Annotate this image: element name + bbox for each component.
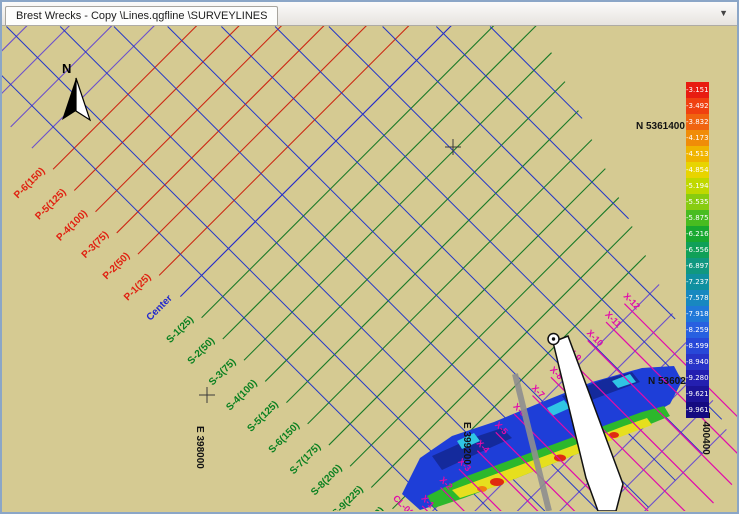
survey-line-P-5(125)[interactable] bbox=[74, 26, 390, 191]
survey-line-P-2(50)[interactable] bbox=[138, 26, 454, 254]
line-label-S-1(25): S-1(25) bbox=[165, 314, 196, 345]
line-label-P-4(100): P-4(100) bbox=[55, 208, 90, 243]
survey-line-P-4(100)[interactable] bbox=[96, 26, 412, 212]
survey-line-P-1(25)[interactable] bbox=[159, 26, 475, 275]
color-scale[interactable]: -3.151-3.492-3.832-4.173-4.513-4.854-5.1… bbox=[686, 82, 709, 418]
survey-line-S-1(25)[interactable] bbox=[202, 26, 518, 318]
color-scale-entry: -8.940 bbox=[686, 354, 709, 370]
color-scale-entry: -4.854 bbox=[686, 162, 709, 178]
survey-line-S-6(150)[interactable] bbox=[308, 140, 592, 424]
vessel-ref-dot bbox=[552, 337, 555, 340]
grid-label-easting-1: E 398000 bbox=[194, 426, 205, 469]
survey-line-Center[interactable] bbox=[180, 26, 496, 297]
line-label-S-2(50): S-2(50) bbox=[186, 335, 217, 366]
line-label-S-7(175): S-7(175) bbox=[288, 442, 323, 477]
color-scale-entry: -9.961 bbox=[686, 402, 709, 418]
line-label-P-1(25): P-1(25) bbox=[122, 272, 153, 303]
color-scale-entry: -4.173 bbox=[686, 130, 709, 146]
survey-line-S-3(75)[interactable] bbox=[244, 53, 552, 361]
line-label-P-2(50): P-2(50) bbox=[101, 251, 132, 282]
grid-label-easting-2: E 399200 bbox=[461, 422, 472, 465]
tab-bar: Brest Wrecks - Copy \Lines.qgfline \SURV… bbox=[2, 2, 737, 26]
tie-line[interactable] bbox=[383, 26, 676, 319]
color-scale-entry: -5.194 bbox=[686, 178, 709, 194]
tab-surveylines[interactable]: Brest Wrecks - Copy \Lines.qgfline \SURV… bbox=[5, 6, 278, 25]
tie-line[interactable] bbox=[329, 26, 722, 419]
survey-plot-svg: P-6(150)P-5(125)P-4(100)P-3(75)P-2(50)P-… bbox=[2, 26, 737, 511]
color-scale-entry: -3.492 bbox=[686, 98, 709, 114]
line-label-P-6(150): P-6(150) bbox=[12, 166, 47, 201]
color-scale-entry: -6.897 bbox=[686, 258, 709, 274]
grid-cross bbox=[199, 139, 461, 403]
grid-label-easting-3: E 400400 bbox=[700, 412, 711, 455]
cross-line-label-X-12: X-12 bbox=[622, 291, 643, 312]
cross-line-label-X-11: X-11 bbox=[603, 309, 623, 329]
cross-line-label-X-10: X-10 bbox=[585, 328, 606, 349]
line-label-S-5(125): S-5(125) bbox=[245, 399, 280, 434]
map-canvas[interactable]: P-6(150)P-5(125)P-4(100)P-3(75)P-2(50)P-… bbox=[2, 26, 737, 512]
tab-label: Brest Wrecks - Copy \Lines.qgfline \SURV… bbox=[16, 10, 267, 22]
color-scale-entry: -8.599 bbox=[686, 338, 709, 354]
color-scale-entry: -3.832 bbox=[686, 114, 709, 130]
planned-lines-group: P-6(150)P-5(125)P-4(100)P-3(75)P-2(50)P-… bbox=[2, 26, 737, 511]
tie-line[interactable] bbox=[436, 26, 628, 218]
color-scale-entry: -5.535 bbox=[686, 194, 709, 210]
color-scale-entry: -9.280 bbox=[686, 370, 709, 386]
chevron-down-icon[interactable]: ▼ bbox=[719, 8, 728, 18]
cross-line-X-1[interactable] bbox=[422, 506, 566, 511]
color-scale-entry: -9.621 bbox=[686, 386, 709, 402]
north-label: N bbox=[62, 61, 71, 76]
line-label-Center: Center bbox=[145, 293, 175, 323]
survey-line-P-6(150)[interactable] bbox=[53, 26, 369, 169]
color-scale-entry: -6.556 bbox=[686, 242, 709, 258]
line-label-P-3(75): P-3(75) bbox=[80, 229, 111, 260]
north-arrow-icon bbox=[76, 78, 90, 120]
line-label-S-6(150): S-6(150) bbox=[267, 420, 302, 455]
line-label-S-3(75): S-3(75) bbox=[207, 357, 238, 388]
survey-line-S-4(100)[interactable] bbox=[265, 82, 565, 382]
grid-label-northing-1: N 5361400 bbox=[636, 121, 685, 132]
line-label-S-4(100): S-4(100) bbox=[224, 378, 259, 413]
app-window: Brest Wrecks - Copy \Lines.qgfline \SURV… bbox=[0, 0, 739, 514]
color-scale-entry: -7.578 bbox=[686, 290, 709, 306]
color-scale-entry: -5.875 bbox=[686, 210, 709, 226]
color-scale-entry: -4.513 bbox=[686, 146, 709, 162]
color-scale-entry: -3.151 bbox=[686, 82, 709, 98]
line-label-P-5(125): P-5(125) bbox=[33, 187, 68, 222]
sonar-patch-red bbox=[490, 478, 504, 486]
cross-line-label-X-7: X-7 bbox=[530, 383, 547, 400]
line-label-S-10(250): S-10(250) bbox=[348, 505, 387, 511]
color-scale-entry: -6.216 bbox=[686, 226, 709, 242]
survey-line[interactable] bbox=[11, 26, 327, 127]
color-scale-entry: -7.237 bbox=[686, 274, 709, 290]
survey-line-S-5(125)[interactable] bbox=[286, 111, 578, 403]
color-scale-entry: -8.259 bbox=[686, 322, 709, 338]
line-label-S-8(200): S-8(200) bbox=[309, 463, 344, 498]
color-scale-entry: -7.918 bbox=[686, 306, 709, 322]
tie-line[interactable] bbox=[490, 26, 582, 118]
line-label-S-9(225): S-9(225) bbox=[330, 484, 365, 511]
